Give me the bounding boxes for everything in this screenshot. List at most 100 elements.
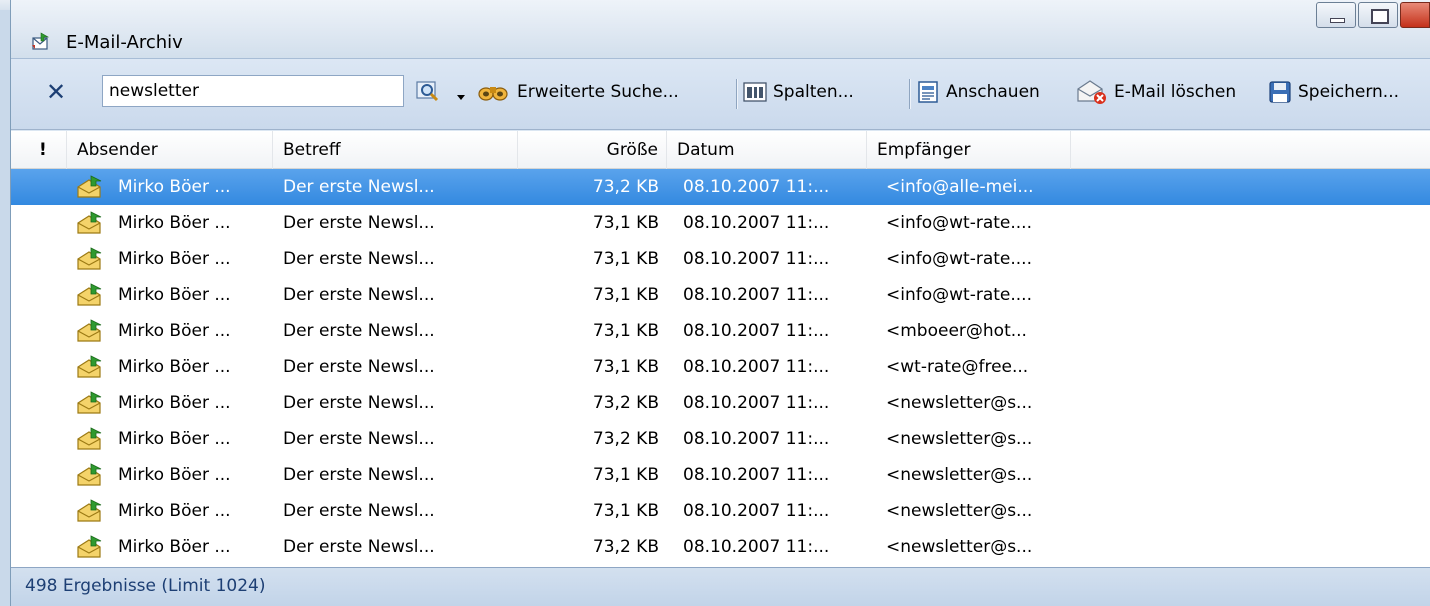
window-title: E-Mail-Archiv — [66, 32, 183, 53]
toolbar-separator — [736, 79, 737, 109]
table-row[interactable]: Mirko Böer ... Der erste Newsl... 73,2 K… — [11, 385, 1430, 421]
row-sender: Mirko Böer ... — [118, 213, 231, 233]
maximize-button[interactable] — [1358, 2, 1398, 28]
table-row[interactable]: Mirko Böer ... Der erste Newsl... 73,1 K… — [11, 457, 1430, 493]
row-size: 73,1 KB — [592, 321, 659, 341]
clear-search-button[interactable]: ✕ — [41, 77, 71, 107]
row-sender: Mirko Böer ... — [118, 393, 231, 413]
mail-read-icon — [77, 319, 102, 342]
row-subject: Der erste Newsl... — [283, 177, 435, 197]
table-row[interactable]: Mirko Böer ... Der erste Newsl... 73,2 K… — [11, 169, 1430, 205]
close-icon: ✕ — [45, 78, 67, 106]
row-sender: Mirko Böer ... — [118, 537, 231, 557]
row-size: 73,1 KB — [592, 357, 659, 377]
row-date: 08.10.2007 11:... — [683, 537, 830, 557]
column-header-sender[interactable]: Absender — [67, 131, 273, 169]
binoculars-icon — [478, 87, 508, 101]
row-recipient: <newsletter@s... — [886, 465, 1033, 485]
chevron-down-icon[interactable] — [457, 95, 465, 100]
save-button[interactable]: Speichern... — [1268, 77, 1399, 107]
row-sender: Mirko Böer ... — [118, 465, 231, 485]
delete-mail-icon — [1077, 80, 1106, 104]
row-size: 73,1 KB — [592, 501, 659, 521]
row-date: 08.10.2007 11:... — [683, 321, 830, 341]
advanced-search-label: Erweiterte Suche... — [517, 82, 679, 102]
view-document-icon — [918, 81, 938, 103]
row-size: 73,2 KB — [592, 429, 659, 449]
table-row[interactable]: Mirko Böer ... Der erste Newsl... 73,1 K… — [11, 277, 1430, 313]
column-header-date[interactable]: Datum — [667, 131, 867, 169]
toolbar-separator — [909, 79, 910, 109]
save-label: Speichern... — [1298, 82, 1400, 102]
column-header-recipient[interactable]: Empfänger — [867, 131, 1071, 169]
row-size: 73,2 KB — [592, 177, 659, 197]
mail-read-icon — [77, 427, 102, 450]
row-subject: Der erste Newsl... — [283, 321, 435, 341]
title-bar[interactable]: E-Mail-Archiv — [11, 0, 1430, 58]
row-date: 08.10.2007 11:... — [683, 393, 830, 413]
table-row[interactable]: Mirko Böer ... Der erste Newsl... 73,1 K… — [11, 205, 1430, 241]
row-subject: Der erste Newsl... — [283, 393, 435, 413]
row-size: 73,1 KB — [592, 249, 659, 269]
row-sender: Mirko Böer ... — [118, 285, 231, 305]
row-subject: Der erste Newsl... — [283, 249, 435, 269]
column-header-subject[interactable]: Betreff — [273, 131, 518, 169]
row-recipient: <info@wt-rate.... — [886, 249, 1032, 269]
advanced-search-button[interactable]: Erweiterte Suche... — [477, 77, 679, 107]
row-recipient: <newsletter@s... — [886, 429, 1033, 449]
table-row[interactable]: Mirko Böer ... Der erste Newsl... 73,2 K… — [11, 421, 1430, 457]
row-size: 73,1 KB — [592, 285, 659, 305]
row-sender: Mirko Böer ... — [118, 501, 231, 521]
row-date: 08.10.2007 11:... — [683, 177, 830, 197]
mail-read-icon — [77, 463, 102, 486]
table-row[interactable]: Mirko Böer ... Der erste Newsl... 73,1 K… — [11, 313, 1430, 349]
list-rows: Mirko Böer ... Der erste Newsl... 73,2 K… — [11, 169, 1430, 565]
row-date: 08.10.2007 11:... — [683, 429, 830, 449]
close-window-button[interactable] — [1400, 2, 1430, 28]
columns-label: Spalten... — [773, 82, 854, 102]
mail-read-icon — [77, 211, 102, 234]
row-subject: Der erste Newsl... — [283, 501, 435, 521]
row-subject: Der erste Newsl... — [283, 357, 435, 377]
mail-read-icon — [77, 355, 102, 378]
row-date: 08.10.2007 11:... — [683, 465, 830, 485]
table-row[interactable]: Mirko Böer ... Der erste Newsl... 73,1 K… — [11, 241, 1430, 277]
email-list[interactable]: ! Absender Betreff Größe Datum Empfänger… — [11, 131, 1430, 567]
row-subject: Der erste Newsl... — [283, 465, 435, 485]
row-size: 73,1 KB — [592, 465, 659, 485]
mail-read-icon — [77, 175, 102, 198]
row-recipient: <info@wt-rate.... — [886, 213, 1032, 233]
email-archive-icon — [32, 32, 50, 50]
row-subject: Der erste Newsl... — [283, 537, 435, 557]
mail-read-icon — [77, 283, 102, 306]
search-input[interactable] — [102, 75, 404, 107]
minimize-button[interactable] — [1316, 2, 1356, 28]
row-date: 08.10.2007 11:... — [683, 285, 830, 305]
column-header-flag[interactable]: ! — [11, 131, 67, 169]
column-header-size[interactable]: Größe — [518, 131, 667, 169]
delete-email-button[interactable]: E-Mail löschen — [1076, 77, 1236, 107]
row-subject: Der erste Newsl... — [283, 285, 435, 305]
row-recipient: <mboeer@hot... — [886, 321, 1027, 341]
mail-read-icon — [77, 535, 102, 558]
row-date: 08.10.2007 11:... — [683, 357, 830, 377]
search-icon — [416, 81, 439, 102]
row-sender: Mirko Böer ... — [118, 357, 231, 377]
window-controls — [1316, 2, 1430, 28]
row-recipient: <newsletter@s... — [886, 501, 1033, 521]
columns-button[interactable]: Spalten... — [743, 77, 854, 107]
row-date: 08.10.2007 11:... — [683, 249, 830, 269]
row-sender: Mirko Böer ... — [118, 177, 231, 197]
row-sender: Mirko Böer ... — [118, 429, 231, 449]
search-options-button[interactable] — [416, 77, 448, 107]
row-date: 08.10.2007 11:... — [683, 213, 830, 233]
email-archive-window: E-Mail-Archiv ✕ newsletter Erweiterte Su… — [10, 0, 1430, 606]
columns-icon — [743, 82, 767, 102]
row-subject: Der erste Newsl... — [283, 429, 435, 449]
status-bar: 498 Ergebnisse (Limit 1024) — [11, 567, 1430, 606]
table-row[interactable]: Mirko Böer ... Der erste Newsl... 73,1 K… — [11, 349, 1430, 385]
view-button[interactable]: Anschauen — [916, 77, 1040, 107]
table-row[interactable]: Mirko Böer ... Der erste Newsl... 73,1 K… — [11, 493, 1430, 529]
save-disk-icon — [1269, 81, 1291, 103]
table-row[interactable]: Mirko Böer ... Der erste Newsl... 73,2 K… — [11, 529, 1430, 565]
